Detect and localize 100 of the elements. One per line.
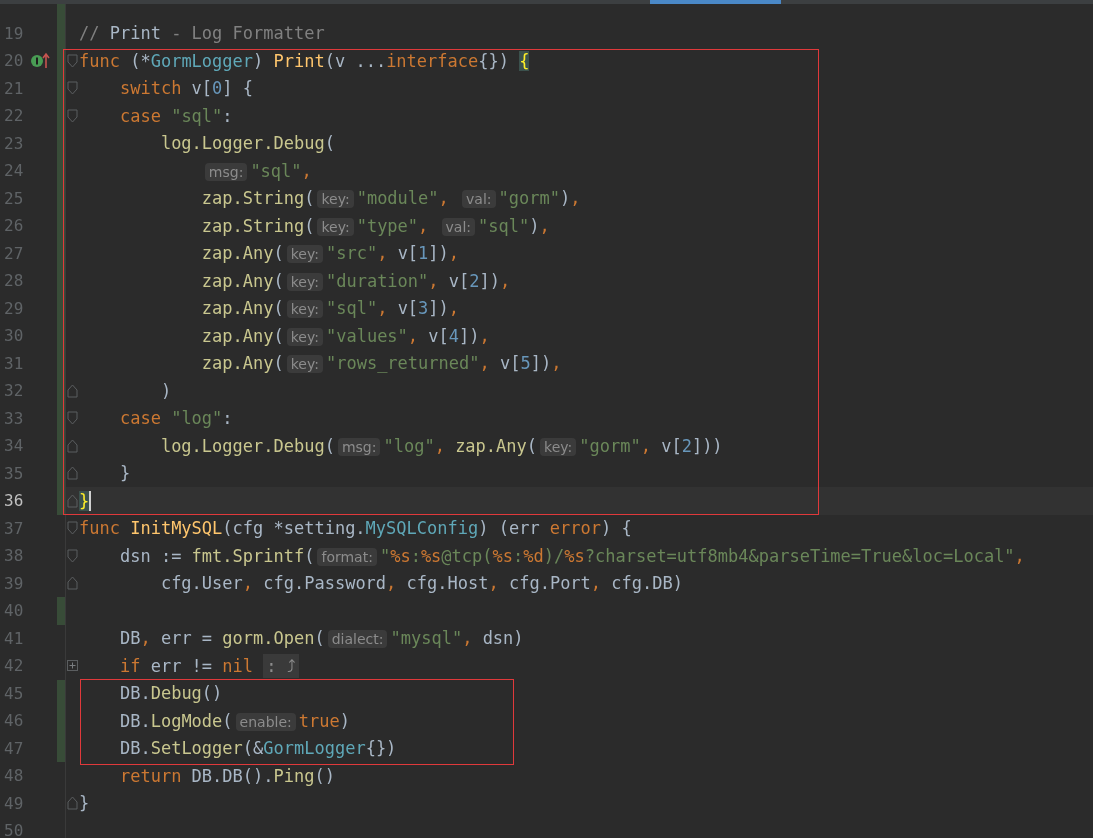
parameter-hint: key: [286, 327, 323, 346]
parameter-hint: msg: [337, 437, 381, 456]
code-text: case "log": [119, 408, 233, 429]
line-number: 27 [4, 243, 24, 263]
parameter-hint: key: [286, 300, 323, 319]
code-text: "duration", v[2]), [325, 270, 511, 291]
parameter-hint: val: [462, 190, 496, 209]
parameter-hint: format: [317, 547, 377, 566]
code-text: return DB.DB().Ping() [119, 765, 335, 786]
code-text: DB.LogMode( [119, 710, 233, 731]
code-text: ) [160, 380, 172, 401]
line-number: 36 [4, 491, 24, 511]
line-number: 23 [4, 133, 24, 153]
code-text: "gorm"), [498, 188, 581, 209]
code-text: DB, err = gorm.Open( [119, 628, 325, 649]
gutter-marker-icon[interactable] [30, 51, 52, 70]
line-number: 22 [4, 106, 24, 126]
code-text: zap.Any( [201, 325, 284, 346]
line-number: 45 [4, 683, 24, 703]
line-number: 37 [4, 518, 24, 538]
parameter-hint: enable: [235, 712, 296, 731]
fold-icon[interactable] [66, 53, 78, 68]
code-text: "gorm", v[2])) [579, 435, 723, 456]
fold-icon[interactable] [66, 548, 78, 563]
line-number: 20 [4, 51, 24, 71]
code-text: "values", v[4]), [325, 325, 490, 346]
line-number: 47 [4, 738, 24, 758]
line-number: 46 [4, 711, 24, 731]
line-number: 40 [4, 601, 24, 621]
code-text: log.Logger.Debug( [160, 435, 335, 456]
parameter-hint: key: [286, 272, 323, 291]
parameter-hint: key: [286, 245, 323, 264]
code-text: "sql"), [478, 215, 550, 236]
fold-end-icon[interactable] [66, 383, 78, 398]
line-number: 50 [4, 821, 24, 838]
line-number: 39 [4, 573, 24, 593]
expand-icon[interactable] [66, 660, 78, 672]
code-text: "type", [356, 215, 430, 236]
code-text: DB.Debug() [119, 683, 223, 704]
code-text: cfg.User, cfg.Password, cfg.Host, cfg.Port, cfg.DB) [160, 573, 683, 594]
line-number: 26 [4, 216, 24, 236]
code-text: "mysql", dsn) [390, 628, 524, 649]
line-number: 30 [4, 326, 24, 346]
line-number: 19 [4, 23, 24, 43]
code-text: DB.SetLogger(&GormLogger{}) [119, 738, 397, 759]
line-number: 49 [4, 793, 24, 813]
code-text: "sql", v[3]), [325, 298, 460, 319]
parameter-hint: dialect: [327, 630, 388, 649]
line-number: 24 [4, 161, 24, 181]
code-text: zap.Any( [201, 353, 284, 374]
code-text: true) [298, 710, 350, 731]
code-text: "rows_returned", v[5]), [325, 353, 562, 374]
code-text: "sql", [250, 160, 312, 181]
line-number: 25 [4, 188, 24, 208]
code-text: if err != nil [119, 655, 254, 676]
parameter-hint: msg: [204, 162, 248, 181]
line-number: 21 [4, 78, 24, 98]
code-text: "src", v[1]), [325, 243, 460, 264]
fold-end-icon[interactable] [66, 493, 78, 508]
code-text: case "sql": [119, 105, 233, 126]
code-text: log.Logger.Debug( [160, 133, 335, 154]
folded-code[interactable]: : ⤴ [263, 653, 299, 678]
line-number: 29 [4, 298, 24, 318]
fold-icon[interactable] [66, 521, 78, 536]
code-text: func InitMySQL(cfg *setting.MySQLConfig) (err error) { [79, 518, 632, 539]
code-text: zap.Any( [201, 243, 284, 264]
line-number: 28 [4, 271, 24, 291]
line-number: 42 [4, 656, 24, 676]
code-text: func (*GormLogger) Print(v ...interface{}) { [79, 50, 530, 71]
active-tab-indicator[interactable] [650, 0, 781, 4]
line-number: 41 [4, 628, 24, 648]
parameter-hint: key: [317, 217, 354, 236]
code-text: } [119, 463, 131, 484]
parameter-hint: key: [540, 437, 577, 456]
code-text: "module", [356, 188, 450, 209]
code-text: switch v[0] { [119, 78, 254, 99]
fold-end-icon[interactable] [66, 796, 78, 811]
code-text: // Print - Log Formatter [79, 23, 325, 44]
fold-icon[interactable] [66, 81, 78, 96]
code-text: "%s:%s@tcp(%s:%d)/%s?charset=utf8mb4&parseTime=True&loc=Local", [379, 545, 1025, 566]
fold-end-icon[interactable] [66, 438, 78, 453]
fold-end-icon[interactable] [66, 466, 78, 481]
line-number: 32 [4, 381, 24, 401]
line-number: 38 [4, 546, 24, 566]
line-number: 34 [4, 436, 24, 456]
fold-icon[interactable] [66, 108, 78, 123]
code-text: zap.Any( [201, 298, 284, 319]
code-text: } [79, 793, 90, 814]
parameter-hint: key: [317, 190, 354, 209]
code-text: } [79, 490, 90, 511]
code-text: "log", zap.Any( [383, 435, 538, 456]
parameter-hint: val: [441, 217, 476, 236]
fold-end-icon[interactable] [66, 576, 78, 591]
fold-icon[interactable] [66, 411, 78, 426]
line-number: 33 [4, 408, 24, 428]
line-number: 35 [4, 463, 24, 483]
parameter-hint: key: [286, 355, 323, 374]
code-text: zap.String( [201, 188, 315, 209]
code-text: zap.Any( [201, 270, 284, 291]
line-number: 31 [4, 353, 24, 373]
